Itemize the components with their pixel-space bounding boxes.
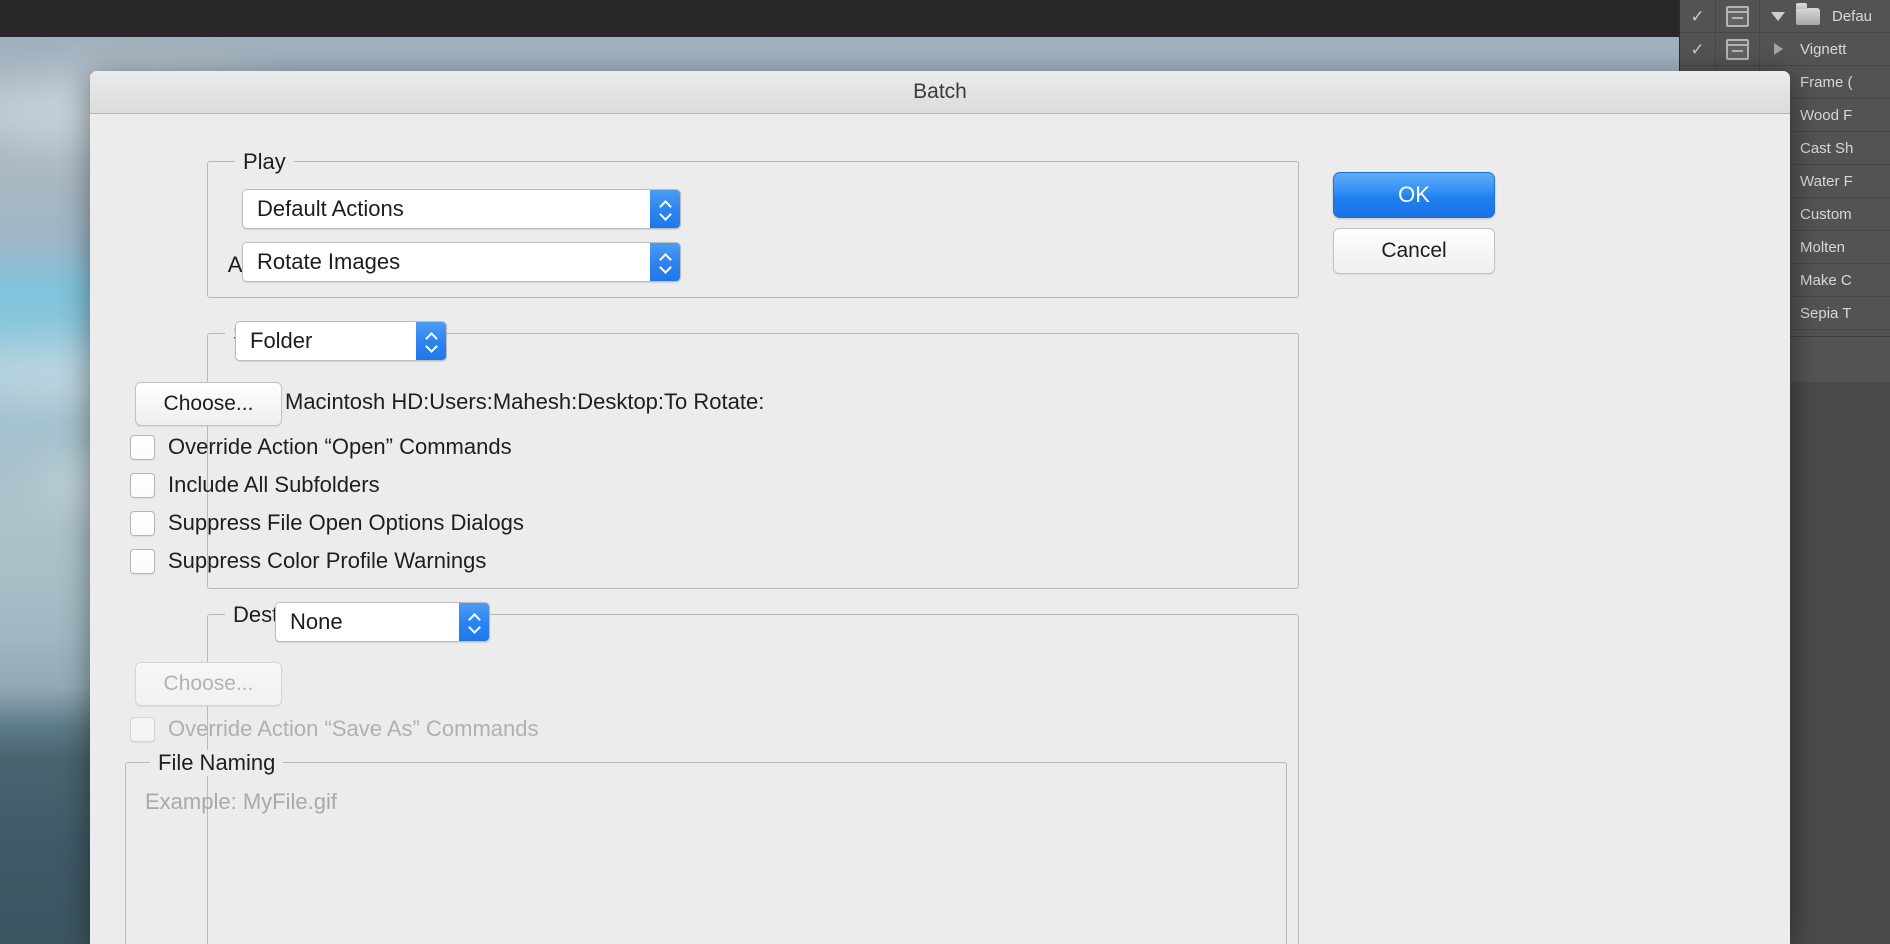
checkbox-box[interactable]	[130, 549, 155, 574]
action-name: Cast Sh	[1796, 140, 1890, 157]
file-naming-example: Example: MyFile.gif	[145, 789, 337, 815]
checkbox-label: Suppress Color Profile Warnings	[168, 548, 486, 574]
checkbox-box[interactable]	[130, 473, 155, 498]
action-name: Vignett	[1796, 41, 1890, 58]
batch-dialog: Batch Play Set: Default Actions Action: …	[90, 71, 1790, 944]
source-path: Macintosh HD:Users:Mahesh:Desktop:To Rot…	[285, 389, 764, 415]
set-dropdown[interactable]: Default Actions	[242, 189, 681, 229]
checkbox-override-save-as[interactable]: Override Action “Save As” Commands	[130, 716, 538, 742]
checkbox-suppress-color-profile[interactable]: Suppress Color Profile Warnings	[130, 548, 486, 574]
action-dialog-toggle[interactable]	[1716, 33, 1760, 65]
checkbox-label: Suppress File Open Options Dialogs	[168, 510, 524, 536]
check-icon: ✓	[1690, 41, 1704, 58]
checkbox-include-subfolders[interactable]: Include All Subfolders	[130, 472, 380, 498]
checkbox-label: Override Action “Save As” Commands	[168, 716, 538, 742]
checkbox-label: Include All Subfolders	[168, 472, 380, 498]
folder-icon	[1796, 8, 1820, 25]
destination-choose-button[interactable]: Choose...	[135, 662, 282, 706]
chevron-up-icon	[426, 333, 437, 340]
chevron-down-icon	[660, 211, 671, 218]
source-dropdown[interactable]: Folder	[235, 321, 447, 361]
cancel-button[interactable]: Cancel	[1333, 228, 1495, 274]
action-expand-triangle[interactable]	[1760, 33, 1796, 65]
action-enabled-checkmark[interactable]: ✓	[1680, 0, 1716, 32]
dialog-body: Play Set: Default Actions Action: Rotate…	[90, 114, 1790, 944]
source-dropdown-value: Folder	[236, 322, 416, 360]
checkbox-box[interactable]	[130, 511, 155, 536]
chevron-down-icon	[426, 343, 437, 350]
checkbox-box[interactable]	[130, 717, 155, 742]
set-dropdown-value: Default Actions	[243, 190, 650, 228]
destination-dropdown[interactable]: None	[275, 602, 490, 642]
ok-button[interactable]: OK	[1333, 172, 1495, 218]
file-naming-legend: File Naming	[150, 750, 283, 776]
action-dropdown-stepper[interactable]	[650, 243, 680, 281]
action-enabled-checkmark[interactable]: ✓	[1680, 33, 1716, 65]
chevron-down-icon	[469, 624, 480, 631]
action-row[interactable]: ✓ Defau	[1680, 0, 1890, 33]
set-dropdown-stepper[interactable]	[650, 190, 680, 228]
action-name: Sepia T	[1796, 305, 1890, 322]
triangle-right-icon	[1774, 43, 1783, 55]
checkbox-label: Override Action “Open” Commands	[168, 434, 512, 460]
action-dialog-toggle[interactable]	[1716, 0, 1760, 32]
action-name: Make C	[1796, 272, 1890, 289]
action-row[interactable]: ✓ Vignett	[1680, 33, 1890, 66]
checkbox-override-open[interactable]: Override Action “Open” Commands	[130, 434, 512, 460]
photoshop-desktop: ✓ Defau ✓ Vignett Frame ( Wood F Cast Sh Water …	[0, 0, 1890, 944]
checkbox-box[interactable]	[130, 435, 155, 460]
dialog-titlebar[interactable]: Batch	[90, 71, 1790, 114]
dialog-toggle-icon	[1726, 6, 1749, 27]
action-name: Defau	[1828, 8, 1890, 25]
destination-dropdown-value: None	[276, 603, 459, 641]
chevron-down-icon	[660, 264, 671, 271]
source-dropdown-stepper[interactable]	[416, 322, 446, 360]
action-expand-triangle[interactable]	[1760, 0, 1796, 32]
chevron-up-icon	[660, 201, 671, 208]
action-name: Water F	[1796, 173, 1890, 190]
destination-dropdown-stepper[interactable]	[459, 603, 489, 641]
chevron-up-icon	[469, 614, 480, 621]
checkbox-suppress-file-open[interactable]: Suppress File Open Options Dialogs	[130, 510, 524, 536]
dialog-toggle-icon	[1726, 39, 1749, 60]
chevron-up-icon	[660, 254, 671, 261]
action-name: Custom	[1796, 206, 1890, 223]
check-icon: ✓	[1690, 8, 1704, 25]
action-dropdown-value: Rotate Images	[243, 243, 650, 281]
dialog-title: Batch	[913, 80, 967, 104]
action-dropdown[interactable]: Rotate Images	[242, 242, 681, 282]
photoshop-menu-bar	[0, 0, 1890, 37]
action-name: Wood F	[1796, 107, 1890, 124]
action-name: Frame (	[1796, 74, 1890, 91]
play-group-legend: Play	[235, 149, 294, 175]
source-choose-button[interactable]: Choose...	[135, 382, 282, 426]
triangle-down-icon	[1771, 12, 1785, 21]
action-name: Molten	[1796, 239, 1890, 256]
